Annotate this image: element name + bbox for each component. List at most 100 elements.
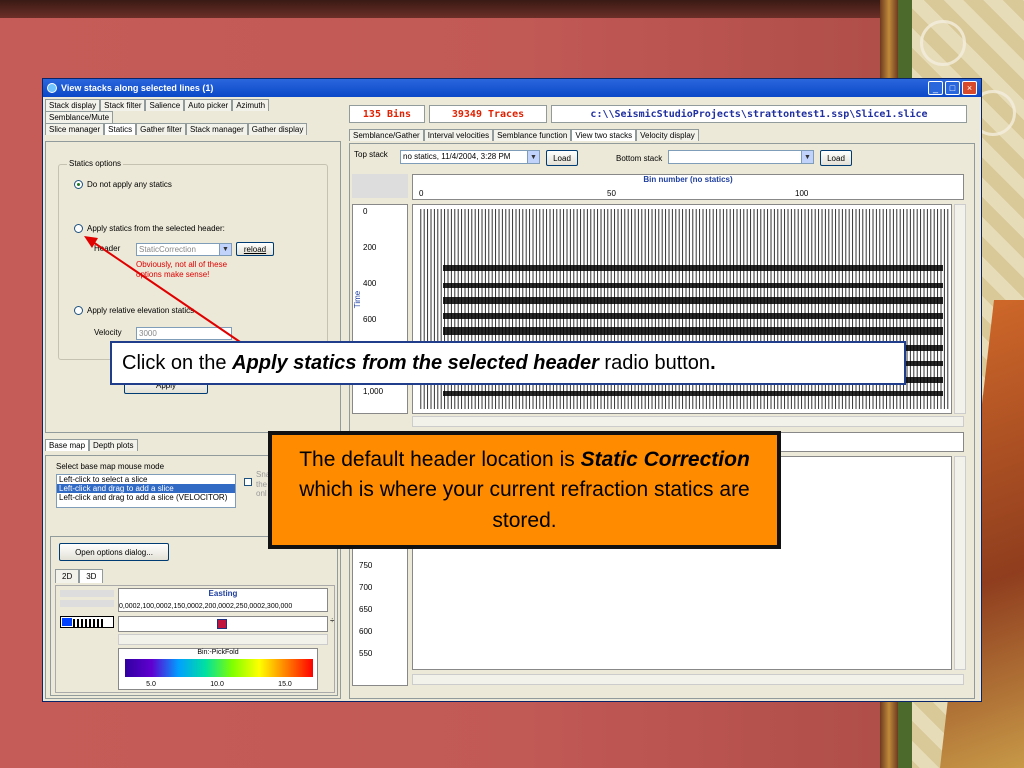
tab-azimuth[interactable]: Azimuth bbox=[232, 99, 270, 111]
list-item-selected[interactable]: Left-click and drag to add a slice bbox=[57, 484, 235, 493]
tab-3d[interactable]: 3D bbox=[79, 569, 104, 583]
map-horizontal-scrollbar[interactable] bbox=[118, 634, 328, 645]
flower-icon bbox=[920, 20, 966, 66]
tab-2d[interactable]: 2D bbox=[55, 569, 80, 583]
list-item[interactable]: Left-click to select a slice bbox=[57, 475, 235, 484]
radio-no-statics[interactable]: Do not apply any statics bbox=[74, 180, 172, 189]
callout-emphasis: Apply statics from the selected header bbox=[232, 351, 599, 374]
bottom-horizontal-scrollbar[interactable] bbox=[412, 674, 964, 685]
callout-period: . bbox=[710, 351, 716, 374]
tab-view-two-stacks[interactable]: View two stacks bbox=[571, 129, 637, 141]
chevron-down-icon[interactable]: ▼ bbox=[801, 151, 813, 163]
title-bar[interactable]: View stacks along selected lines (1) bbox=[43, 79, 981, 97]
callout-text: The default header location is bbox=[299, 448, 581, 471]
tab-stack-filter[interactable]: Stack filter bbox=[100, 99, 146, 111]
left-panel: Stack display Stack filter Salience Auto… bbox=[45, 99, 341, 699]
callout-text: Click on the bbox=[122, 351, 233, 374]
close-button[interactable]: × bbox=[962, 81, 977, 95]
load-bottom-button[interactable]: Load bbox=[820, 150, 852, 166]
right-panel: 135 Bins 39349 Traces c:\\SeismicStudioP… bbox=[345, 99, 979, 699]
top-stack-value: no statics, 11/4/2004, 3:28 PM bbox=[403, 152, 511, 161]
tab-salience[interactable]: Salience bbox=[145, 99, 185, 111]
pointer-arrow-icon bbox=[84, 236, 247, 347]
y-tick: 1,000 bbox=[363, 387, 384, 396]
bottom-stack-combo[interactable]: ▼ bbox=[668, 150, 814, 164]
colorbar-title: Bin:-PickFold bbox=[197, 649, 239, 656]
colorbar-tick: 10.0 bbox=[210, 681, 224, 688]
colorbar-tick: 15.0 bbox=[278, 681, 292, 688]
y-tick: 650 bbox=[359, 605, 373, 614]
y-tick: 750 bbox=[359, 561, 373, 570]
map-canvas[interactable] bbox=[118, 616, 328, 632]
y-tick: 600 bbox=[359, 627, 373, 636]
x-tick: 0 bbox=[419, 189, 424, 198]
y-tick: 600 bbox=[363, 315, 377, 324]
callout-text: which is where your current refraction s… bbox=[299, 478, 750, 532]
minimize-button[interactable]: _ bbox=[928, 81, 943, 95]
y-tick: 200 bbox=[363, 243, 377, 252]
radio-label: Do not apply any statics bbox=[87, 180, 172, 189]
y-tick: 550 bbox=[359, 649, 373, 658]
plot-title: Bin number (no statics) bbox=[643, 175, 733, 184]
tab-semblance-mute[interactable]: Semblance/Mute bbox=[45, 111, 114, 123]
mouse-mode-label: Select base map mouse mode bbox=[56, 462, 165, 471]
slice-path: c:\\SeismicStudioProjects\strattontest1.… bbox=[551, 105, 967, 123]
tab-semblance-function[interactable]: Semblance function bbox=[493, 129, 572, 141]
y-tick: 700 bbox=[359, 583, 373, 592]
tab-stack-display[interactable]: Stack display bbox=[45, 99, 101, 111]
x-tick: 50 bbox=[607, 189, 616, 198]
window-title: View stacks along selected lines (1) bbox=[61, 83, 214, 93]
tab-gather-filter[interactable]: Gather filter bbox=[136, 123, 186, 135]
two-stacks-panel: Top stack no statics, 11/4/2004, 3:28 PM… bbox=[349, 143, 975, 699]
x-tick: 100 bbox=[795, 189, 809, 198]
app-icon bbox=[47, 83, 57, 93]
colorbar-tick: 5.0 bbox=[146, 681, 156, 688]
radio-indicator bbox=[74, 180, 83, 189]
map-view-box: Open options dialog... 2D 3D Easting 0,0… bbox=[50, 536, 338, 696]
tab-interval-velocities[interactable]: Interval velocities bbox=[423, 129, 494, 141]
tab-statics[interactable]: Statics bbox=[104, 123, 137, 135]
mouse-mode-list[interactable]: Left-click to select a slice Left-click … bbox=[56, 474, 236, 508]
bottom-vertical-scrollbar[interactable] bbox=[954, 456, 966, 670]
fold-colorbar: Bin:-PickFold 5.0 10.0 15.0 bbox=[118, 648, 318, 690]
tab-auto-picker[interactable]: Auto picker bbox=[184, 99, 233, 111]
colorbar-gradient bbox=[125, 659, 313, 677]
tab-velocity-display[interactable]: Velocity display bbox=[636, 129, 699, 141]
list-item[interactable]: Left-click and drag to add a slice (VELO… bbox=[57, 493, 235, 502]
callout-text: radio button bbox=[598, 351, 711, 374]
y-label: Time bbox=[353, 290, 363, 309]
bottom-stack-label: Bottom stack bbox=[616, 154, 663, 163]
easting-axis: Easting 0,0002,100,0002,150,0002,200,000… bbox=[118, 588, 328, 612]
snap-sublabel: the bbox=[256, 480, 268, 489]
open-options-button[interactable]: Open options dialog... bbox=[59, 543, 169, 561]
tab-gather-display[interactable]: Gather display bbox=[247, 123, 308, 135]
bin-number-axis: Bin number (no statics) 0 50 100 bbox=[412, 174, 964, 200]
tab-slice-manager[interactable]: Slice manager bbox=[45, 123, 105, 135]
top-stack-label: Top stack bbox=[354, 150, 388, 159]
note-callout: The default header location is Static Co… bbox=[268, 431, 781, 549]
slide-top-border bbox=[0, 0, 1024, 18]
chevron-down-icon[interactable]: ▼ bbox=[527, 151, 539, 163]
plot-horizontal-scrollbar[interactable] bbox=[412, 416, 964, 427]
tab-base-map[interactable]: Base map bbox=[45, 439, 90, 451]
group-label: Statics options bbox=[67, 159, 124, 168]
map-legend-icon bbox=[60, 616, 114, 628]
load-top-button[interactable]: Load bbox=[546, 150, 578, 166]
easting-ticks: 0,0002,100,0002,150,0002,200,0002,250,00… bbox=[119, 603, 293, 610]
tab-depth-plots[interactable]: Depth plots bbox=[89, 439, 138, 451]
top-stack-combo[interactable]: no statics, 11/4/2004, 3:28 PM ▼ bbox=[400, 150, 540, 164]
snap-sublabel: onl bbox=[256, 489, 267, 498]
map-zoom-icon[interactable]: ÷ bbox=[330, 616, 334, 625]
snap-checkbox[interactable] bbox=[244, 478, 252, 486]
maximize-button[interactable]: □ bbox=[945, 81, 960, 95]
tab-semblance-gather[interactable]: Semblance/Gather bbox=[349, 129, 424, 141]
tab-stack-manager[interactable]: Stack manager bbox=[185, 123, 248, 135]
bins-count: 135 Bins bbox=[349, 105, 425, 123]
instruction-callout: Click on the Apply statics from the sele… bbox=[110, 341, 906, 385]
y-tick: 400 bbox=[363, 279, 377, 288]
plot-vertical-scrollbar[interactable] bbox=[954, 204, 966, 414]
main-window: View stacks along selected lines (1) _ □… bbox=[42, 78, 982, 702]
y-tick: 0 bbox=[363, 207, 368, 216]
map-marker[interactable] bbox=[217, 619, 227, 629]
traces-count: 39349 Traces bbox=[429, 105, 547, 123]
